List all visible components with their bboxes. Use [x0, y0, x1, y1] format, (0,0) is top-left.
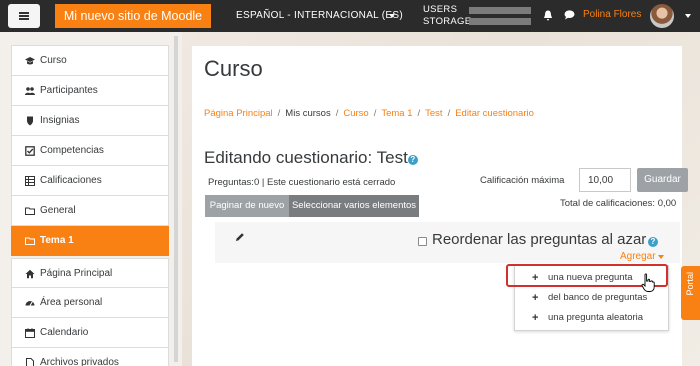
- sidebar-item-insignias[interactable]: Insignias: [11, 106, 169, 136]
- chevron-down-icon: [389, 14, 395, 18]
- usage-storage-bar: [469, 18, 531, 25]
- bell-icon[interactable]: [543, 10, 553, 21]
- calendar-icon: [25, 328, 35, 338]
- save-button[interactable]: Guardar: [637, 168, 688, 192]
- breadcrumb-link[interactable]: Página Principal: [204, 108, 273, 119]
- add-menu-toggle[interactable]: Agregar: [620, 251, 656, 262]
- language-selector[interactable]: ESPAÑOL - INTERNACIONAL (ES): [236, 10, 403, 21]
- sidebar-item-calificaciones[interactable]: Calificaciones: [11, 166, 169, 196]
- shuffle-label: Reordenar las preguntas al azar: [432, 231, 647, 248]
- sidebar-item-label: Tema 1: [40, 235, 74, 246]
- sidebar-item-label: Calificaciones: [40, 175, 102, 186]
- site-brand-link[interactable]: Mi nuevo sitio de Moodle: [55, 4, 211, 28]
- breadcrumb-link[interactable]: Tema 1: [381, 108, 412, 119]
- breadcrumb-separator: /: [373, 108, 377, 119]
- breadcrumb-link[interactable]: Curso: [343, 108, 368, 119]
- sidebar-item-label: Archivos privados: [40, 357, 119, 366]
- sidebar-item-archivos-privados[interactable]: Archivos privados: [11, 348, 169, 366]
- help-icon[interactable]: ?: [648, 237, 658, 247]
- sidebar-item-tema-1[interactable]: Tema 1: [11, 226, 169, 256]
- sidebar-item-pagina-principal[interactable]: Página Principal: [11, 258, 169, 288]
- menu-toggle-button[interactable]: [8, 4, 40, 28]
- breadcrumb-separator: /: [447, 108, 451, 119]
- breadcrumb-separator: /: [277, 108, 281, 119]
- pencil-icon[interactable]: [235, 232, 245, 242]
- sidebar-item-label: Participantes: [40, 85, 98, 96]
- folder-icon: [25, 237, 35, 245]
- menu-item-label: una pregunta aleatoria: [548, 312, 644, 323]
- user-name[interactable]: Polina Flores: [583, 9, 641, 20]
- breadcrumb-separator: /: [335, 108, 339, 119]
- breadcrumb: Página Principal / Mis cursos / Curso / Tema 1…: [204, 108, 534, 119]
- avatar[interactable]: [650, 4, 674, 28]
- breadcrumb-text: Mis cursos: [285, 108, 331, 119]
- help-icon[interactable]: ?: [407, 155, 418, 165]
- breadcrumb-separator: /: [417, 108, 421, 119]
- chat-bubble-icon[interactable]: [564, 10, 575, 20]
- page-header: Curso Página Principal / Mis cursos / Curso /…: [192, 46, 682, 138]
- file-icon: [26, 358, 34, 366]
- top-navbar: Mi nuevo sitio de Moodle ESPAÑOL - INTER…: [0, 0, 700, 32]
- breadcrumb-link[interactable]: Editar cuestionario: [455, 108, 534, 119]
- select-multiple-button[interactable]: Seleccionar varios elementos: [289, 195, 419, 217]
- max-grade-label: Calificación máxima: [480, 175, 565, 186]
- shuffle-checkbox[interactable]: [418, 237, 427, 246]
- portal-label: Portal: [685, 272, 695, 296]
- page-title: Curso: [204, 56, 263, 81]
- breadcrumb-link[interactable]: Test: [425, 108, 442, 119]
- sidebar-item-competencias[interactable]: Competencias: [11, 136, 169, 166]
- total-grades: Total de calificaciones: 0,00: [560, 198, 677, 209]
- sidebar-item-general[interactable]: General: [11, 196, 169, 226]
- repaginate-button[interactable]: Paginar de nuevo: [205, 195, 289, 217]
- menu-item-random-question[interactable]: + una pregunta aleatoria: [515, 309, 668, 327]
- sidebar-item-label: Área personal: [40, 297, 103, 308]
- quiz-heading: Editando cuestionario: Test?: [204, 148, 418, 168]
- users-icon: [25, 87, 35, 95]
- chevron-down-icon[interactable]: [685, 14, 691, 18]
- folder-icon: [25, 207, 35, 215]
- sidebar-item-label: Página Principal: [40, 268, 113, 279]
- plus-icon: +: [532, 312, 539, 324]
- sidebar-item-calendario[interactable]: Calendario: [11, 318, 169, 348]
- sidebar-nav: Curso Participantes Insignias Competenci…: [11, 45, 169, 366]
- menu-item-label: del banco de preguntas: [548, 292, 648, 303]
- portal-tab[interactable]: Portal: [681, 266, 700, 320]
- shield-icon: [27, 116, 33, 126]
- sidebar-item-curso[interactable]: Curso: [11, 46, 169, 76]
- sidebar-item-label: Competencias: [40, 145, 104, 156]
- sidebar-item-label: Calendario: [40, 327, 89, 338]
- sidebar-item-label: General: [40, 205, 76, 216]
- max-grade-input[interactable]: [579, 168, 631, 192]
- sidebar-item-participantes[interactable]: Participantes: [11, 76, 169, 106]
- home-icon: [25, 269, 35, 279]
- quiz-info: Preguntas:0 | Este cuestionario está cer…: [208, 177, 396, 188]
- hand-cursor-icon: [641, 273, 655, 292]
- quiz-section-header: Reordenar las preguntas al azar ? Agrega…: [215, 222, 680, 263]
- usage-storage-label: STORAGE: [423, 16, 472, 27]
- quiz-title: Editando cuestionario: Test: [204, 148, 408, 167]
- check-square-icon: [25, 146, 35, 156]
- usage-users-bar: [469, 7, 531, 14]
- dashboard-icon: [25, 301, 35, 306]
- table-icon: [25, 176, 35, 186]
- sidebar-item-label: Curso: [40, 55, 67, 66]
- usage-users-label: USERS: [423, 4, 458, 15]
- quiz-edit-card: Editando cuestionario: Test? Preguntas:0…: [192, 132, 688, 366]
- main-region: Curso Página Principal / Mis cursos / Curso /…: [182, 32, 700, 366]
- chevron-down-icon: [658, 255, 664, 259]
- sidebar-item-area-personal[interactable]: Área personal: [11, 288, 169, 318]
- sidebar-item-label: Insignias: [40, 115, 80, 126]
- sidebar-scrollbar[interactable]: [174, 36, 178, 362]
- plus-icon: +: [532, 292, 539, 304]
- graduation-cap-icon: [25, 57, 35, 65]
- sidebar: Curso Participantes Insignias Competenci…: [0, 32, 182, 366]
